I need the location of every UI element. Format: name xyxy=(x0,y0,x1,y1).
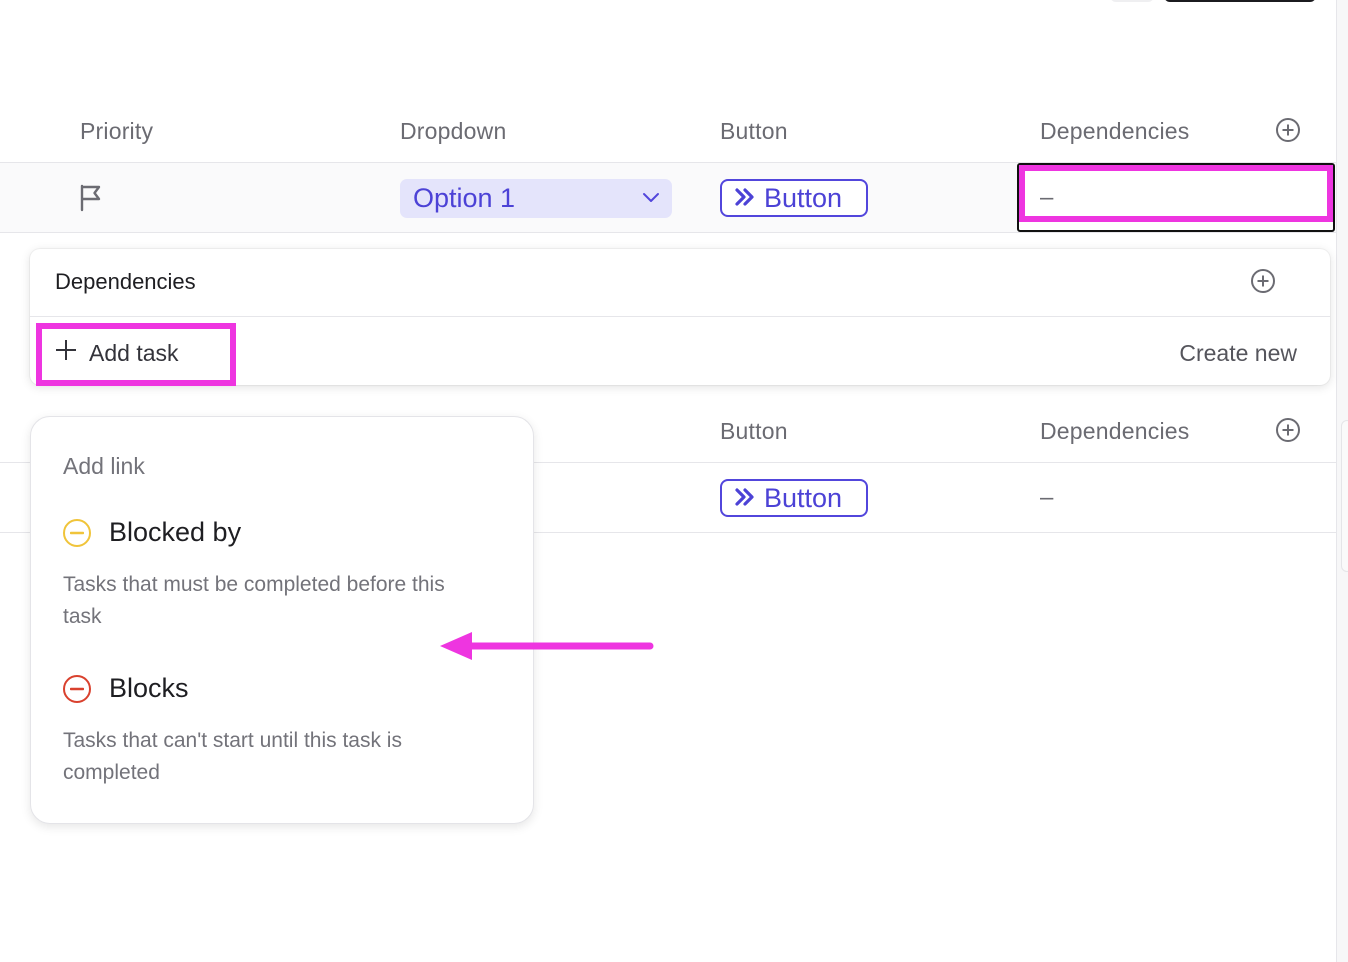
double-chevron-right-icon xyxy=(734,183,756,214)
column-header-dependencies[interactable]: Dependencies xyxy=(1040,118,1189,145)
dependencies-value: – xyxy=(1040,484,1054,511)
highlight-box xyxy=(1019,165,1333,222)
column-header-button[interactable]: Button xyxy=(720,418,788,445)
scroll-handle[interactable] xyxy=(1341,420,1348,572)
menu-item-blocked-by[interactable]: Blocked by xyxy=(63,517,241,548)
top-toolbar-button[interactable] xyxy=(1110,0,1154,2)
menu-item-description: Tasks that can't start until this task i… xyxy=(63,729,402,784)
dependencies-value: – xyxy=(1040,184,1054,211)
popover-title: Dependencies xyxy=(55,269,196,294)
row-action-button[interactable]: Button xyxy=(720,179,868,217)
column-header-dropdown[interactable]: Dropdown xyxy=(400,118,506,145)
column-header-priority[interactable]: Priority xyxy=(80,118,153,145)
row-divider xyxy=(0,232,1336,233)
flag-icon[interactable] xyxy=(80,184,104,217)
menu-item-label: Blocked by xyxy=(109,517,242,547)
create-new-link[interactable]: Create new xyxy=(1179,340,1297,367)
button-label: Button xyxy=(764,182,843,213)
column-header-dependencies[interactable]: Dependencies xyxy=(1040,418,1189,445)
add-dependency-icon[interactable] xyxy=(1251,269,1275,293)
menu-heading: Add link xyxy=(63,453,145,479)
menu-item-blocks[interactable]: Blocks xyxy=(63,673,189,704)
annotation-arrow-icon xyxy=(438,628,658,669)
menu-item-label: Blocks xyxy=(109,673,189,703)
highlight-box xyxy=(36,323,236,386)
minus-circle-icon xyxy=(63,674,91,703)
double-chevron-right-icon xyxy=(734,483,756,514)
add-column-icon[interactable] xyxy=(1276,118,1300,142)
minus-circle-icon xyxy=(63,518,91,547)
dropdown-value: Option 1 xyxy=(413,183,516,213)
column-header-button[interactable]: Button xyxy=(720,118,788,145)
dropdown-select[interactable]: Option 1 xyxy=(400,179,672,218)
popover-divider xyxy=(30,316,1330,317)
add-column-icon[interactable] xyxy=(1276,418,1300,442)
chevron-down-icon xyxy=(642,190,660,209)
top-toolbar-primary-button[interactable] xyxy=(1164,0,1316,2)
add-link-menu: Add link Blocked by Tasks that must be c… xyxy=(30,416,534,824)
button-label: Button xyxy=(764,482,843,513)
menu-item-description: Tasks that must be completed before this… xyxy=(63,573,445,628)
row-action-button[interactable]: Button xyxy=(720,479,868,517)
